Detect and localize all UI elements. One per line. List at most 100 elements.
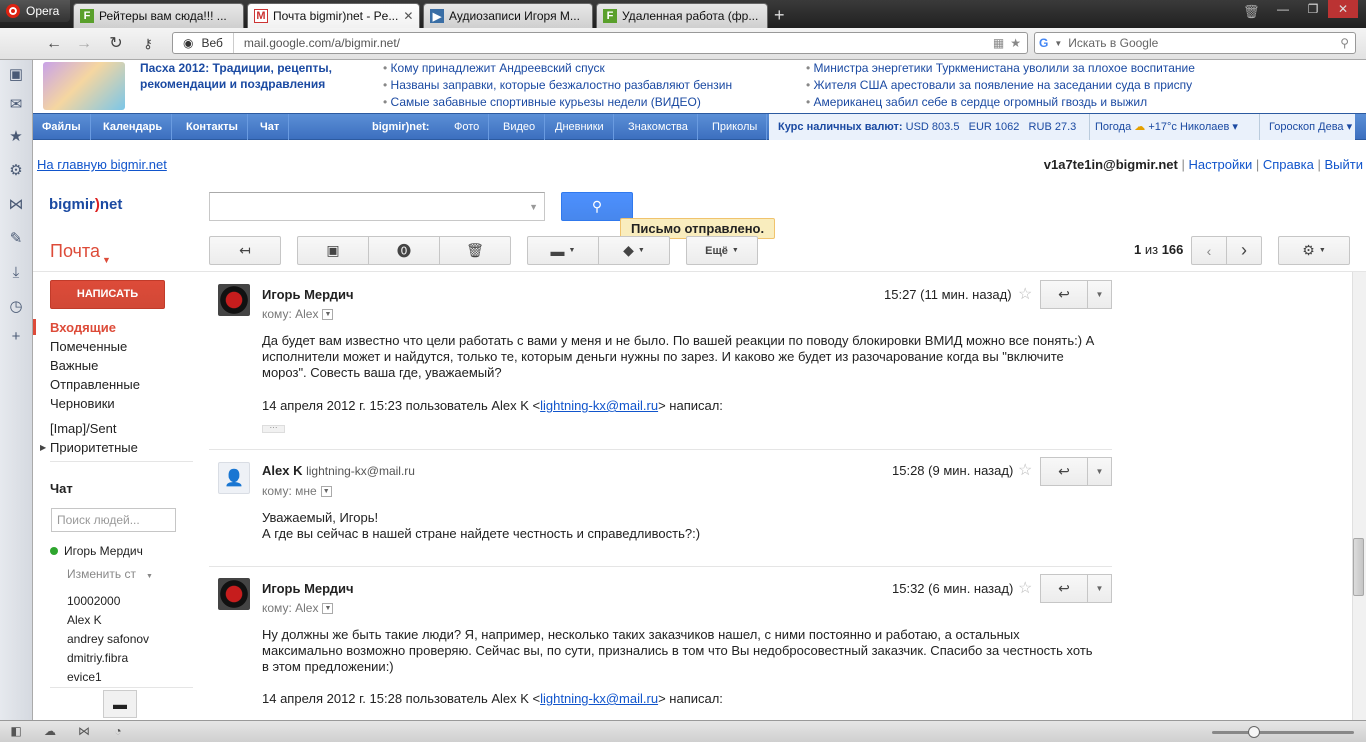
reload-icon[interactable]: ↻ (104, 34, 128, 54)
expand-arrow-icon[interactable]: ▶ (40, 443, 46, 452)
easter-promo-image[interactable] (43, 62, 125, 110)
chat-contact[interactable]: dmitriy.fibra (67, 651, 128, 665)
reply-button[interactable]: ↩ (1040, 457, 1088, 486)
star-icon[interactable]: ☆ (1018, 284, 1032, 304)
browser-tab[interactable]: F Рейтеры вам сюда!!! ... (73, 3, 244, 28)
news-link[interactable]: Министра энергетики Туркменистана уволил… (806, 60, 1199, 77)
message-sender[interactable]: Игорь Мердич (262, 287, 354, 302)
forward-icon[interactable]: → (72, 34, 96, 54)
zoom-slider[interactable] (1212, 731, 1354, 734)
browser-tab[interactable]: F Удаленная работа (фр... (596, 3, 768, 28)
news-link[interactable]: Кому принадлежит Андреевский спуск (383, 60, 783, 77)
avatar-placeholder-icon[interactable]: 👤 (218, 462, 250, 494)
panel-toggle-icon[interactable]: ◧ (8, 724, 24, 740)
folder-important[interactable]: Важные (50, 358, 98, 373)
zoom-slider-knob[interactable] (1248, 726, 1260, 738)
chevron-down-icon[interactable]: ▼ (322, 603, 334, 615)
nav-files[interactable]: Файлы (33, 114, 91, 140)
chat-status-dropdown[interactable]: Изменить ст ▼ (67, 567, 153, 581)
message-more-button[interactable]: ▼ (1088, 280, 1112, 309)
history-icon[interactable]: ◷ (7, 298, 25, 316)
reply-button[interactable]: ↩ (1040, 574, 1088, 603)
nav-video[interactable]: Видео (494, 114, 546, 140)
promo-title-link[interactable]: Пасха 2012: Традиции, рецепты, рекоменда… (140, 60, 360, 92)
chat-contact[interactable]: 10002000 (67, 594, 120, 608)
message-sender[interactable]: Alex K lightning-kx@mail.ru (262, 463, 415, 478)
delete-button[interactable]: 🗑 (439, 236, 511, 265)
folder-starred[interactable]: Помеченные (50, 339, 127, 354)
move-to-button[interactable]: ▬ ▼ (527, 236, 599, 265)
bookmark-star-icon[interactable]: ★ (1010, 36, 1027, 50)
bookmarks-icon[interactable]: ★ (7, 128, 25, 146)
weather-box[interactable]: Погода ☁ +17°c Николаев ▾ (1089, 114, 1259, 140)
chat-self[interactable]: Игорь Мердич (50, 544, 143, 558)
chat-contact[interactable]: Alex K (67, 613, 102, 627)
older-button[interactable]: › (1226, 236, 1262, 265)
message-more-button[interactable]: ▼ (1088, 574, 1112, 603)
scrollbar-track[interactable] (1352, 272, 1366, 720)
rss-icon[interactable]: ▦ (993, 36, 1010, 50)
chat-contact[interactable]: evice1 (67, 670, 102, 684)
email-link[interactable]: lightning-kx@mail.ru (540, 691, 658, 706)
maximize-icon[interactable]: ❐ (1298, 0, 1328, 18)
turbo-cloud-icon[interactable]: ☁ (42, 724, 58, 740)
url-field[interactable]: ◉ Веб mail.google.com/a/bigmir.net/ ▦ ★ (172, 32, 1028, 54)
home-link[interactable]: На главную bigmir.net (37, 157, 167, 172)
compose-button[interactable]: НАПИСАТЬ (50, 280, 165, 309)
unite-icon[interactable]: ⋈ (76, 724, 92, 740)
news-link[interactable]: Названы заправки, которые безжалостно ра… (383, 77, 783, 94)
mail-search-button[interactable]: ⚲ (561, 192, 633, 221)
nav-contacts[interactable]: Контакты (177, 114, 248, 140)
chat-contact[interactable]: andrey safonov (67, 632, 149, 646)
chevron-down-icon[interactable]: ▼ (322, 309, 334, 321)
chat-search-input[interactable]: Поиск людей... (51, 508, 176, 532)
unite-icon[interactable]: ⋈ (7, 196, 25, 214)
more-button[interactable]: Ещё ▼ (686, 236, 758, 265)
trash-icon[interactable]: 🗑 (1243, 4, 1260, 20)
chevron-down-icon[interactable]: ▼ (320, 486, 332, 498)
nav-diaries[interactable]: Дневники (546, 114, 614, 140)
key-icon[interactable]: ⚷ (136, 34, 160, 54)
message-recipients[interactable]: кому: Alex ▼ (262, 307, 334, 321)
back-to-inbox-button[interactable]: ↤ (209, 236, 281, 265)
message-sender[interactable]: Игорь Мердич (262, 581, 354, 596)
browser-tab[interactable]: ▶ Аудиозаписи Игоря М... (423, 3, 593, 28)
chevron-down-icon[interactable]: ▼ (1054, 39, 1062, 48)
search-icon[interactable]: ⚲ (1340, 36, 1355, 50)
email-link[interactable]: lightning-kx@mail.ru (540, 398, 658, 413)
nav-photo[interactable]: Фото (445, 114, 490, 140)
labels-button[interactable]: ◆ ▼ (598, 236, 670, 265)
nav-dating[interactable]: Знакомства (619, 114, 698, 140)
chat-bubble-icon[interactable]: ▬ (103, 690, 137, 718)
close-window-icon[interactable]: ✕ (1328, 0, 1358, 18)
label-imap-sent[interactable]: [Imap]/Sent (50, 421, 116, 436)
star-icon[interactable]: ☆ (1018, 578, 1032, 598)
avatar[interactable] (218, 284, 250, 316)
nav-chat[interactable]: Чат (251, 114, 290, 140)
mail-app-switcher[interactable]: Почта ▼ (50, 241, 111, 265)
add-panel-icon[interactable]: + (7, 328, 25, 346)
back-icon[interactable]: ← (42, 34, 66, 54)
star-icon[interactable]: ☆ (1018, 460, 1032, 480)
settings-button[interactable]: ⚙ ▼ (1278, 236, 1350, 265)
speed-dial-icon[interactable]: ▣ (7, 66, 25, 84)
news-link[interactable]: Жителя США арестовали за появление на за… (806, 77, 1199, 94)
logout-link[interactable]: Выйти (1325, 157, 1364, 172)
minimize-icon[interactable]: — (1268, 0, 1298, 18)
news-link[interactable]: Самые забавные спортивные курьезы недели… (383, 94, 783, 111)
notes-icon[interactable]: ✎ (7, 230, 25, 248)
bigmir-logo[interactable]: bigmir)net (49, 196, 122, 213)
nav-jokes[interactable]: Приколы (703, 114, 768, 140)
chevron-down-icon[interactable]: ▼ (529, 202, 538, 212)
opera-menu-button[interactable]: Opera (0, 0, 70, 22)
report-spam-button[interactable]: ⓿ (368, 236, 440, 265)
downloads-icon[interactable]: ⤓ (7, 264, 25, 282)
help-link[interactable]: Справка (1263, 157, 1314, 172)
message-recipients[interactable]: кому: Alex ▼ (262, 601, 334, 615)
message-recipients[interactable]: кому: мне ▼ (262, 484, 332, 498)
scrollbar-thumb[interactable] (1353, 538, 1364, 596)
label-priority[interactable]: Приоритетные (50, 440, 138, 455)
folder-inbox[interactable]: Входящие (50, 320, 116, 335)
news-link[interactable]: Американец забил себе в сердце огромный … (806, 94, 1199, 111)
horoscope-dropdown[interactable]: Гороскоп Дева ▾ (1259, 114, 1355, 140)
